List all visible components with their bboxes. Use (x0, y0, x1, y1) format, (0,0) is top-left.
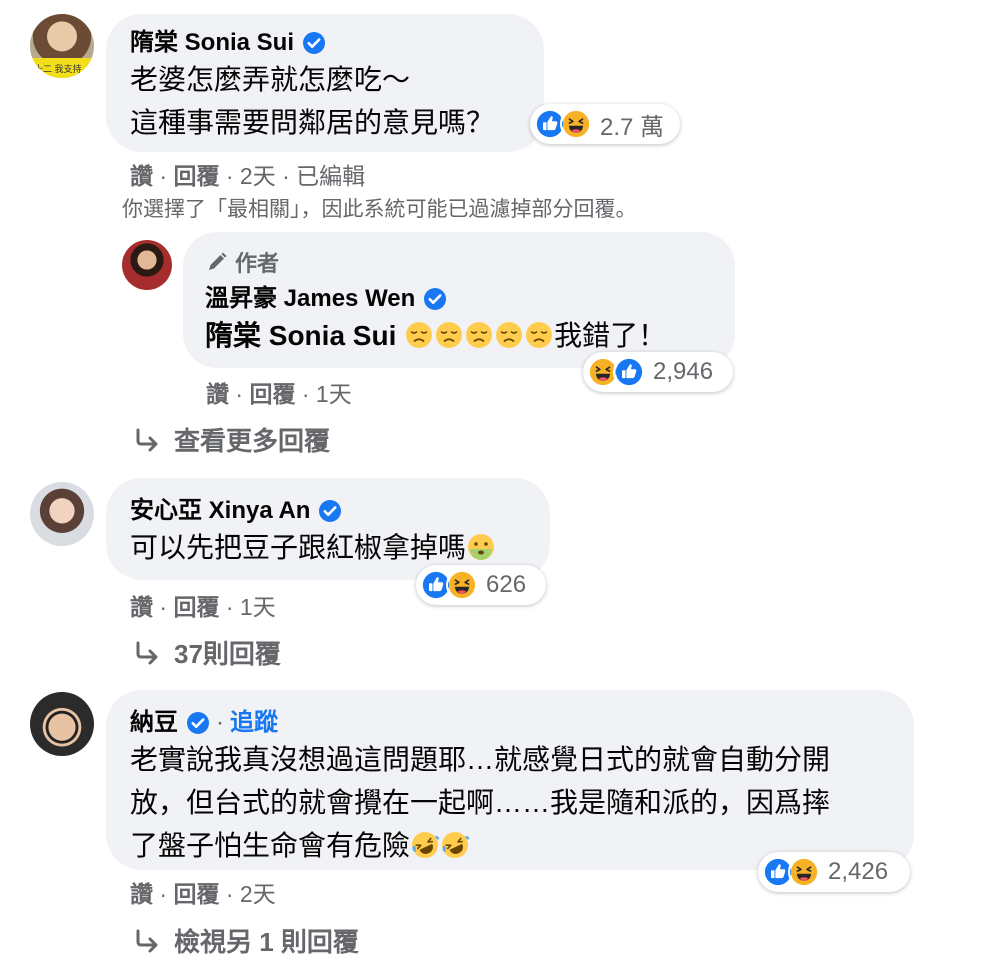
view-other-reply-label[interactable]: 檢視另 1 則回覆 (174, 922, 359, 959)
author-badge-label: 作者 (235, 251, 280, 276)
reply-arrow-icon (134, 928, 160, 954)
reply-link[interactable]: 回覆 (173, 163, 219, 189)
comment-text: 老婆怎麼弄就怎麼吃～ 這種事需要問鄰居的意見嗎？ (130, 58, 494, 144)
reaction-count: 2,946 (653, 358, 714, 385)
rofl-emoji-icon (441, 831, 469, 859)
timestamp[interactable]: 2天 (240, 881, 276, 907)
mention-link[interactable]: 隋棠 Sonia Sui (205, 320, 396, 351)
author-name[interactable]: 納豆 (130, 708, 178, 738)
edited-label: 已編輯 (296, 163, 366, 189)
reaction-count: 2.7 萬 (600, 113, 665, 141)
verified-badge-icon (186, 711, 210, 735)
reaction-summary[interactable]: 626 (416, 565, 546, 605)
like-link[interactable]: 讚 (130, 163, 153, 189)
reply-author[interactable]: 溫昇豪 James Wen (205, 284, 447, 314)
comment-line: 老實說我真沒想過這問題耶…就感覺日式的就會自動分開 (130, 744, 831, 775)
comment-line: 這種事需要問鄰居的意見嗎？ (130, 107, 495, 138)
avatar-xinya-an[interactable] (30, 482, 94, 546)
reply-bubble-james: 作者 溫昇豪 James Wen 隋棠 Sonia Sui 我錯了！ (183, 232, 735, 368)
comment-author: 納豆 · 追蹤 (130, 708, 278, 738)
author-name[interactable]: 溫昇豪 James Wen (205, 284, 415, 314)
like-link[interactable]: 讚 (206, 381, 229, 407)
author-badge: 作者 (205, 246, 279, 278)
haha-reaction-icon (788, 856, 820, 888)
reply-text-suffix: 我錯了！ (554, 320, 667, 351)
avatar-banner-text: 十二 我支持 (34, 64, 82, 74)
view-replies-label[interactable]: 37則回覆 (174, 634, 281, 671)
reaction-count: 626 (486, 571, 527, 598)
reply-link[interactable]: 回覆 (173, 881, 219, 907)
reply-link[interactable]: 回覆 (249, 381, 295, 407)
rofl-emoji-icon (411, 831, 439, 859)
avatar-james-wen[interactable] (122, 240, 172, 290)
comment-author[interactable]: 隋棠 Sonia Sui (130, 28, 326, 58)
reply-text: 隋棠 Sonia Sui 我錯了！ (205, 314, 666, 357)
disappointed-emoji-icon (495, 321, 523, 349)
reaction-summary[interactable]: 2.7 萬 (530, 104, 680, 144)
comment-line: 老婆怎麼弄就怎麼吃～ (130, 64, 411, 95)
verified-badge-icon (302, 31, 326, 55)
like-link[interactable]: 讚 (130, 594, 153, 620)
comment-author[interactable]: 安心亞 Xinya An (130, 496, 342, 526)
author-name[interactable]: 安心亞 Xinya An (130, 496, 310, 526)
haha-reaction-icon (560, 108, 592, 140)
reaction-summary[interactable]: 2,946 (583, 352, 733, 392)
reply-actions: 讚 · 回覆 · 1天 (206, 381, 352, 407)
timestamp[interactable]: 1天 (240, 594, 276, 620)
comment-text: 老實說我真沒想過這問題耶…就感覺日式的就會自動分開 放，但台式的就會攪在一起啊…… (130, 738, 830, 867)
comment-line: 可以先把豆子跟紅椒拿掉嗎 (130, 532, 467, 563)
disappointed-emoji-icon (435, 321, 463, 349)
timestamp[interactable]: 1天 (316, 381, 352, 407)
reply-link[interactable]: 回覆 (173, 594, 219, 620)
comment-line: 了盤子怕生命會有危險 (130, 824, 830, 867)
follow-button[interactable]: 追蹤 (230, 708, 278, 738)
comment-bubble-natto: 納豆 · 追蹤 老實說我真沒想過這問題耶…就感覺日式的就會自動分開 放，但台式的… (106, 690, 914, 870)
comment-actions: 讚 · 回覆 · 1天 (130, 594, 276, 620)
view-other-reply-link[interactable]: 檢視另 1 則回覆 (134, 922, 359, 959)
comment-text: 可以先把豆子跟紅椒拿掉嗎 (130, 526, 496, 569)
reaction-count: 2,426 (828, 858, 889, 885)
view-more-replies-label[interactable]: 查看更多回覆 (174, 421, 330, 458)
disappointed-emoji-icon (405, 321, 433, 349)
disappointed-emoji-icon (525, 321, 553, 349)
nauseated-face-icon (467, 533, 495, 561)
author-name[interactable]: 隋棠 Sonia Sui (130, 28, 294, 58)
filter-note: 你選擇了「最相關」，因此系統可能已過濾掉部分回覆。 (122, 198, 637, 221)
verified-badge-icon (318, 499, 342, 523)
reaction-summary[interactable]: 2,426 (758, 852, 910, 892)
comment-actions: 讚 · 回覆 · 2天 · 已編輯 (130, 163, 366, 189)
comment-bubble-sonia: 隋棠 Sonia Sui 老婆怎麼弄就怎麼吃～ 這種事需要問鄰居的意見嗎？ (106, 14, 544, 152)
view-replies-link[interactable]: 37則回覆 (134, 634, 281, 671)
timestamp[interactable]: 2天 (240, 163, 276, 189)
avatar-natto[interactable] (30, 692, 94, 756)
like-link[interactable]: 讚 (130, 881, 153, 907)
reply-arrow-icon (134, 640, 160, 666)
like-reaction-icon (613, 356, 645, 388)
avatar-sonia-sui[interactable]: 十二 我支持 (30, 14, 94, 78)
pen-icon (205, 250, 229, 274)
view-more-replies-link[interactable]: 查看更多回覆 (134, 421, 330, 458)
verified-badge-icon (423, 287, 447, 311)
comment-actions: 讚 · 回覆 · 2天 (130, 881, 276, 907)
disappointed-emoji-icon (465, 321, 493, 349)
reply-arrow-icon (134, 427, 160, 453)
haha-reaction-icon (446, 569, 478, 601)
comment-line: 放，但台式的就會攪在一起啊……我是隨和派的，因爲摔 (130, 787, 831, 818)
